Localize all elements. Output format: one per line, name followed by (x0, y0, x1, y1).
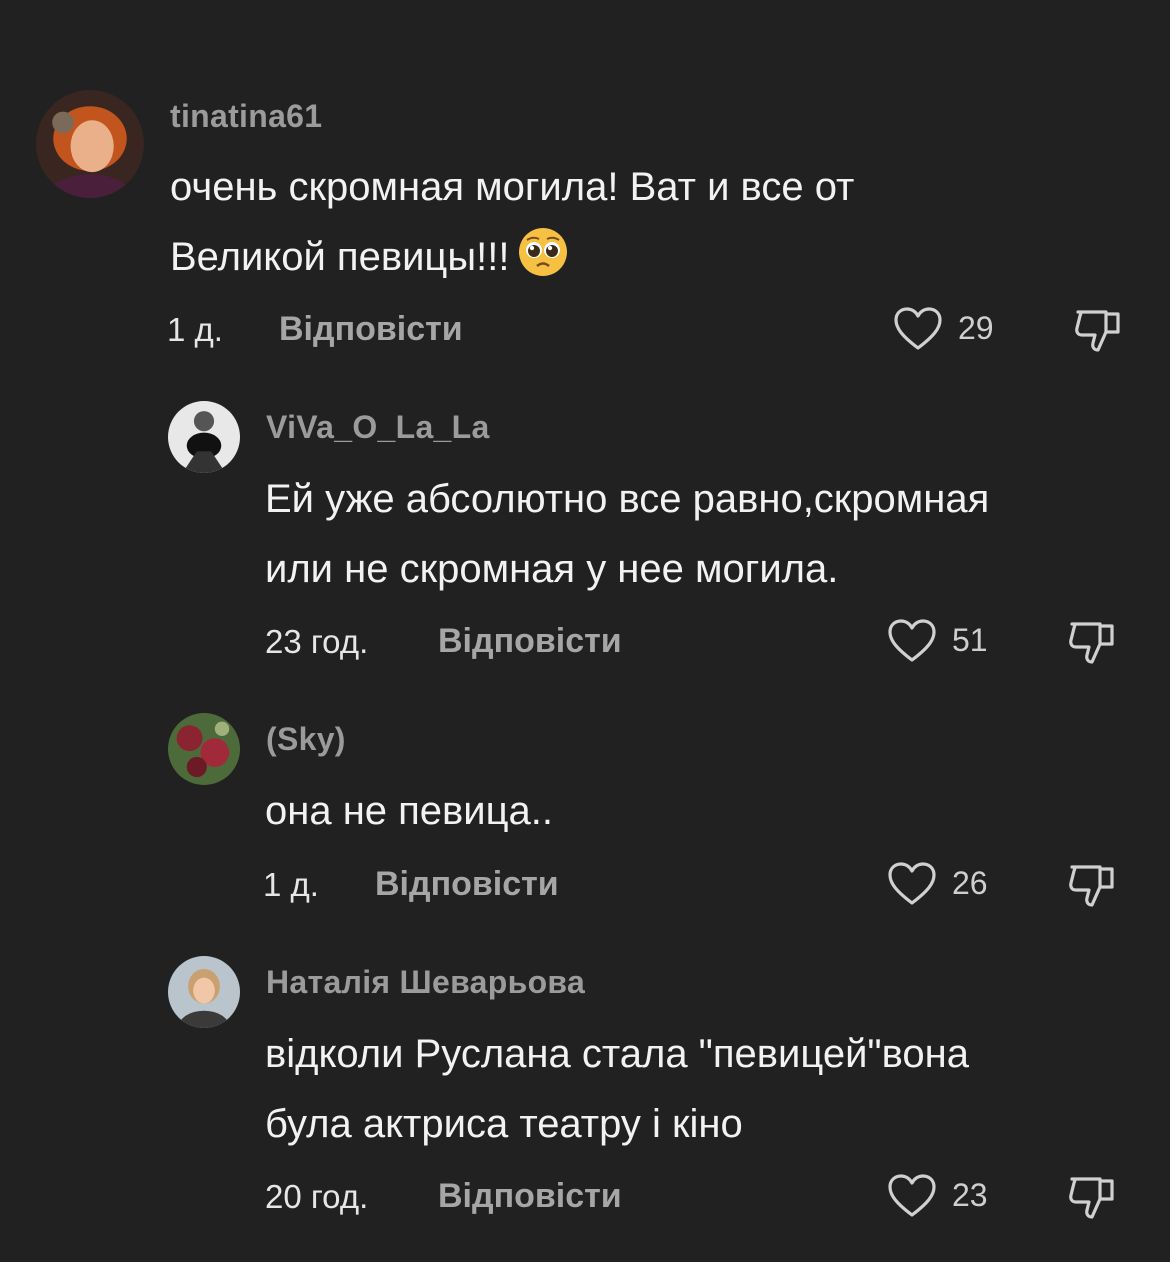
username[interactable]: Наталія Шеварьова (266, 964, 585, 1001)
thumbs-down-outline-icon[interactable] (1066, 1171, 1118, 1223)
comment-text: очень скромная могила! Ват и все от Вели… (170, 152, 854, 292)
comment-text: Ей уже абсолютно все равно,скромная или … (265, 464, 989, 604)
avatar[interactable] (168, 956, 240, 1028)
thumbs-down-outline-icon[interactable] (1066, 859, 1118, 911)
username[interactable]: ViVa_O_La_La (266, 409, 490, 446)
thumbs-down-outline-icon[interactable] (1066, 616, 1118, 668)
like-count: 51 (952, 622, 988, 658)
heart-outline-icon[interactable] (886, 861, 938, 907)
comment-text-line: очень скромная могила! Ват и все от (170, 165, 855, 209)
pleading-face-emoji (519, 228, 568, 276)
heart-outline-icon[interactable] (886, 618, 938, 664)
avatar[interactable] (168, 713, 240, 785)
comment-text-line: Великой певицы!!! (170, 222, 854, 292)
comment-text-line: відколи Руслана стала "певицей"вона (265, 1032, 970, 1076)
comment-text-line: она не певица.. (265, 789, 554, 833)
comment-text-line: или не скромная у нее могила. (265, 547, 839, 591)
comment-text: відколи Руслана стала "певицей"вона була… (265, 1019, 969, 1159)
comment-time: 1 д. (263, 866, 319, 903)
like-count: 23 (952, 1177, 988, 1213)
avatar[interactable] (168, 401, 240, 473)
avatar[interactable] (36, 90, 144, 198)
like-count: 26 (952, 865, 988, 901)
comment-time: 23 год. (265, 623, 369, 660)
heart-outline-icon[interactable] (892, 306, 944, 352)
heart-outline-icon[interactable] (886, 1173, 938, 1219)
comment-text-line: Ей уже абсолютно все равно,скромная (265, 477, 990, 521)
reply-button[interactable]: Відповісти (438, 1177, 622, 1216)
like-count: 29 (958, 310, 994, 346)
reply-button[interactable]: Відповісти (438, 622, 622, 661)
reply-button[interactable]: Відповісти (279, 310, 463, 349)
thumbs-down-outline-icon[interactable] (1072, 304, 1124, 356)
comment-text: она не певица.. (265, 776, 553, 846)
reply-button[interactable]: Відповісти (375, 865, 559, 904)
comment-text-line-content: Великой певицы!!! (170, 235, 510, 279)
username[interactable]: tinatina61 (170, 98, 322, 135)
comment-time: 1 д. (167, 311, 223, 348)
username[interactable]: (Sky) (266, 721, 346, 758)
comment-text-line: була актриса театру і кіно (265, 1102, 743, 1146)
comment-time: 20 год. (265, 1178, 369, 1215)
